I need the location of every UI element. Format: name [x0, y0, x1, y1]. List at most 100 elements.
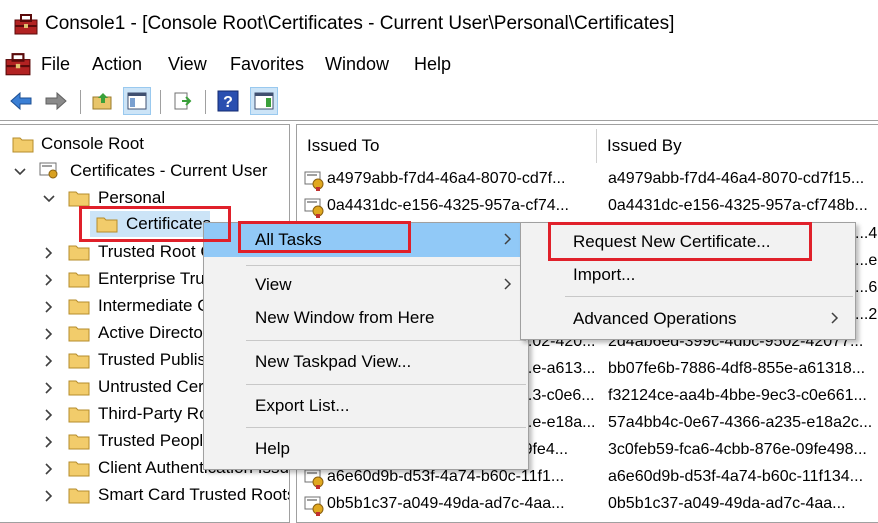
chevron-right-icon	[504, 233, 512, 245]
menu-item-label: New Window from Here	[255, 308, 435, 327]
menu-item-label: Advanced Operations	[573, 309, 737, 328]
column-header-issued-to[interactable]: Issued To	[297, 125, 597, 167]
menu-help[interactable]: Help	[414, 54, 451, 75]
tree-item-label: Console Root	[41, 134, 145, 153]
issued-by-cell: 0b5b1c37-a049-49da-ad7c-4aa...	[608, 495, 846, 512]
menu-item-view[interactable]: View	[204, 268, 528, 302]
chevron-down-icon[interactable]	[13, 165, 27, 179]
folder-icon	[68, 245, 90, 261]
folder-icon	[68, 461, 90, 477]
menu-item-import[interactable]: Import...	[521, 258, 855, 292]
chevron-right-icon[interactable]	[42, 327, 56, 341]
certificate-icon	[304, 171, 324, 191]
chevron-right-icon[interactable]	[42, 246, 56, 260]
show-hide-tree-icon[interactable]	[123, 87, 151, 115]
chevron-right-icon[interactable]	[42, 462, 56, 476]
menu-separator	[246, 384, 526, 385]
issued-by-cell: ...2	[855, 306, 878, 323]
menu-action[interactable]: Action	[92, 54, 142, 75]
toolbar: ?	[0, 82, 878, 120]
menu-item-new-taskpad[interactable]: New Taskpad View...	[204, 345, 528, 379]
issued-by-cell: a4979abb-f7d4-46a4-8070-cd7f15...	[608, 170, 865, 187]
tree-item-label: Trusted People	[98, 431, 213, 450]
tree-item-certificates-current-user[interactable]: Certificates - Current User	[0, 158, 288, 184]
chevron-right-icon[interactable]	[42, 273, 56, 287]
issued-by-cell: a6e60d9b-d53f-4a74-b60c-11f134...	[608, 468, 864, 485]
issued-by-cell: ...6a	[855, 279, 878, 296]
issued-to-cell: a4979abb-f7d4-46a4-8070-cd7f...	[327, 170, 566, 187]
issued-by-cell: ...4	[855, 225, 878, 242]
folder-icon	[68, 191, 90, 207]
show-hide-action-pane-icon[interactable]	[250, 87, 278, 115]
back-icon[interactable]	[7, 87, 35, 115]
tree-item-smart-card-roots[interactable]: Smart Card Trusted Roots	[0, 482, 290, 508]
menu-item-all-tasks[interactable]: All Tasks	[204, 223, 528, 257]
chevron-right-icon	[504, 278, 512, 290]
column-header-issued-by[interactable]: Issued By	[597, 125, 878, 167]
tree-item-label: Smart Card Trusted Roots	[98, 485, 290, 504]
menu-item-label: New Taskpad View...	[255, 352, 412, 371]
menu-item-label: Request New Certificate...	[573, 232, 771, 251]
chevron-down-icon[interactable]	[42, 192, 56, 206]
window-title: Console1 - [Console Root\Certificates - …	[45, 13, 675, 34]
chevron-right-icon[interactable]	[42, 300, 56, 314]
certificate-icon	[304, 198, 324, 218]
folder-icon	[68, 488, 90, 504]
menu-item-label: View	[255, 275, 292, 294]
menu-file[interactable]: File	[41, 54, 70, 75]
chevron-right-icon[interactable]	[42, 435, 56, 449]
chevron-right-icon[interactable]	[42, 489, 56, 503]
menu-item-label: All Tasks	[255, 230, 322, 249]
help-icon[interactable]: ?	[214, 87, 242, 115]
chevron-right-icon[interactable]	[42, 354, 56, 368]
menu-item-label: Import...	[573, 265, 636, 284]
issued-by-cell: f32124ce-aa4b-4bbe-9ec3-c0e661...	[608, 387, 867, 404]
menu-item-request-new-certificate[interactable]: Request New Certificate...	[521, 225, 855, 259]
issued-to-cell: 0b5b1c37-a049-49da-ad7c-4aa...	[327, 495, 565, 512]
folder-icon	[68, 434, 90, 450]
tree-item-label: Enterprise Trust	[98, 269, 218, 288]
mmc-toolbox-icon[interactable]	[5, 53, 31, 77]
chevron-right-icon	[831, 312, 839, 324]
tree-item-certificates[interactable]: Certificates	[90, 211, 211, 237]
mmc-toolbox-icon	[14, 14, 38, 35]
issued-by-cell: 57a4bb4c-0e67-4366-a235-e18a2c...	[608, 414, 873, 431]
issued-to-cell: ...3-c0e6...	[519, 387, 595, 404]
tree-item-console-root[interactable]: Console Root	[0, 131, 288, 157]
chevron-right-icon[interactable]	[42, 381, 56, 395]
toolbar-separator	[80, 90, 81, 114]
menu-item-help[interactable]: Help	[204, 432, 528, 466]
table-row[interactable]: 0b5b1c37-a049-49da-ad7c-4aa... 0b5b1c37-…	[297, 492, 878, 519]
folder-icon	[68, 407, 90, 423]
svg-text:?: ?	[223, 94, 233, 111]
menu-separator	[246, 340, 526, 341]
folder-icon	[12, 137, 34, 153]
menu-separator	[246, 265, 526, 266]
menu-separator	[565, 296, 853, 297]
up-folder-icon[interactable]	[88, 87, 116, 115]
table-row[interactable]: 0a4431dc-e156-4325-957a-cf74... 0a4431dc…	[297, 194, 878, 221]
menu-window[interactable]: Window	[325, 54, 389, 75]
tree-item-label: Personal	[98, 188, 166, 207]
all-tasks-submenu: Request New Certificate... Import... Adv…	[520, 222, 856, 340]
folder-icon	[68, 380, 90, 396]
tree-item-personal[interactable]: Personal	[0, 185, 288, 211]
folder-icon	[96, 217, 118, 233]
menu-item-export-list[interactable]: Export List...	[204, 389, 528, 423]
menu-item-advanced-operations[interactable]: Advanced Operations	[521, 302, 855, 336]
title-bar: Console1 - [Console Root\Certificates - …	[0, 0, 878, 48]
issued-to-cell: 0a4431dc-e156-4325-957a-cf74...	[327, 197, 569, 214]
toolbar-separator	[205, 90, 206, 114]
forward-icon[interactable]	[42, 87, 70, 115]
table-row[interactable]: a4979abb-f7d4-46a4-8070-cd7f... a4979abb…	[297, 167, 878, 194]
menu-item-new-window[interactable]: New Window from Here	[204, 301, 528, 335]
export-list-icon[interactable]	[168, 87, 196, 115]
chevron-right-icon[interactable]	[42, 408, 56, 422]
issued-by-cell: 0a4431dc-e156-4325-957a-cf748b...	[608, 197, 868, 214]
folder-icon	[68, 299, 90, 315]
menu-item-label: Export List...	[255, 396, 350, 415]
menu-view[interactable]: View	[168, 54, 207, 75]
folder-icon	[68, 272, 90, 288]
menu-favorites[interactable]: Favorites	[230, 54, 304, 75]
issued-by-cell: bb07fe6b-7886-4df8-855e-a61318...	[608, 360, 866, 377]
